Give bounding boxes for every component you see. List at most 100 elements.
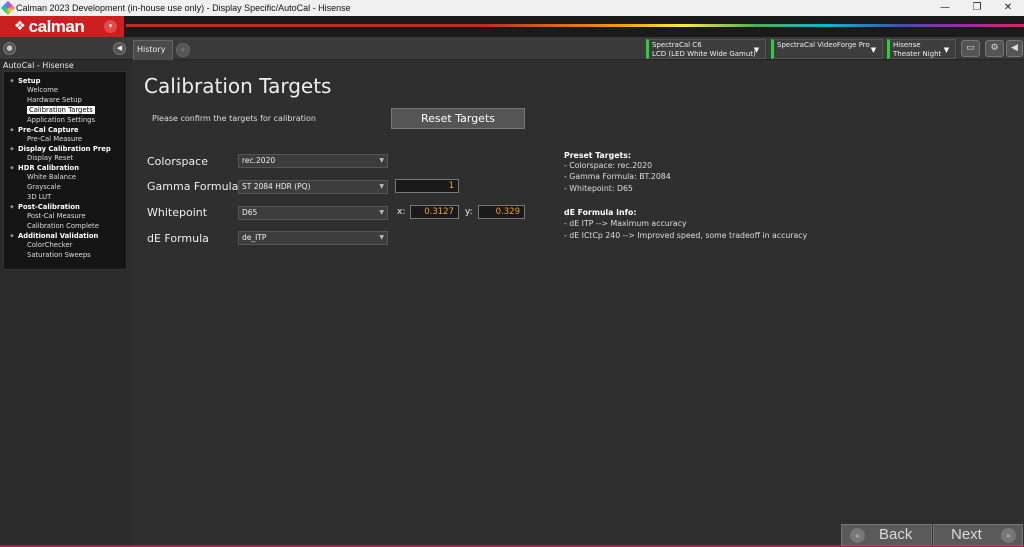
chevron-down-icon: ▼: [943, 46, 950, 54]
nav-group[interactable]: ◆ HDR Calibration: [4, 163, 126, 172]
nav-item[interactable]: Application Settings: [4, 115, 126, 125]
back-button[interactable]: « Back: [841, 524, 932, 546]
next-button[interactable]: Next »: [933, 524, 1023, 546]
nav-group-label: Display Calibration Prep: [18, 144, 111, 153]
meter-selector[interactable]: SpectraCal C6 LCD (LED White Wide Gamut)…: [646, 39, 766, 59]
tab-history-1[interactable]: History 1: [133, 40, 173, 72]
chevron-down-icon: ▼: [870, 46, 877, 54]
preset-gamma-text: - Gamma Formula: BT.2084: [564, 172, 671, 181]
meter-mode: LCD (LED White Wide Gamut): [652, 50, 756, 58]
nav-item[interactable]: Calibration Complete: [4, 221, 126, 231]
preset-targets-heading: Preset Targets:: [564, 151, 631, 160]
chevron-down-icon: ▼: [379, 234, 384, 241]
brand-bar: ❖ calman ▾: [0, 16, 1024, 37]
gamma-formula-value: ST 2084 HDR (PQ): [242, 182, 311, 191]
nav-item-label: Pre-Cal Measure: [27, 135, 83, 143]
nav-group-label: Additional Validation: [18, 231, 99, 240]
whitepoint-y-label: y:: [465, 207, 473, 217]
de-formula-info-heading: dE Formula Info:: [564, 208, 637, 217]
main-panel: Calibration Targets Please confirm the t…: [132, 60, 1024, 547]
nav-item[interactable]: Grayscale: [4, 182, 126, 192]
nav-group[interactable]: ◆ Display Calibration Prep: [4, 144, 126, 153]
reset-targets-button[interactable]: Reset Targets: [391, 108, 525, 129]
window-titlebar: Calman 2023 Development (in-house use on…: [0, 0, 1024, 16]
next-arrow-icon: »: [1001, 528, 1016, 543]
gear-icon[interactable]: ⚙: [985, 40, 1004, 57]
nav-group[interactable]: ◆ Setup: [4, 76, 126, 85]
whitepoint-x-field[interactable]: 0.3127: [410, 205, 459, 219]
display-selector[interactable]: Hisense Theater Night ▼: [887, 39, 956, 59]
nav-item-label: Post-Cal Measure: [27, 212, 86, 220]
session-tab-bar: ● ◀ History 1 + SpectraCal C6 LCD (LED W…: [0, 37, 1024, 72]
de-formula-select[interactable]: de_ITP ▼: [238, 231, 388, 245]
restore-button[interactable]: ❐: [961, 0, 993, 16]
de-formula-value: de_ITP: [242, 233, 267, 242]
nav-item-label: Hardware Setup: [27, 96, 82, 104]
collapse-right-icon[interactable]: ◀: [1006, 40, 1023, 57]
nav-item[interactable]: Saturation Sweeps: [4, 250, 126, 260]
chevron-down-icon: ▼: [379, 157, 384, 164]
nav-item-label: Saturation Sweeps: [27, 251, 91, 259]
meter-name: SpectraCal C6: [652, 41, 702, 49]
page-subtitle: Please confirm the targets for calibrati…: [152, 114, 316, 123]
collapse-sidebar-icon[interactable]: ◀: [113, 42, 126, 55]
page-title: Calibration Targets: [144, 74, 332, 98]
source-selector[interactable]: SpectraCal VideoForge Pro ▼: [771, 39, 883, 59]
workflow-menu-icon[interactable]: ●: [3, 42, 16, 55]
whitepoint-select[interactable]: D65 ▼: [238, 206, 388, 220]
gamma-formula-select[interactable]: ST 2084 HDR (PQ) ▼: [238, 180, 388, 194]
nav-item[interactable]: White Balance: [4, 172, 126, 182]
preset-whitepoint-text: - Whitepoint: D65: [564, 184, 633, 193]
nav-item[interactable]: ColorChecker: [4, 240, 126, 250]
back-arrow-icon: «: [850, 528, 865, 543]
nav-group[interactable]: ◆ Additional Validation: [4, 231, 126, 240]
nav-item[interactable]: 3D LUT: [4, 192, 126, 202]
calman-logo-text: calman: [28, 16, 85, 36]
nav-group[interactable]: ◆ Post-Calibration: [4, 202, 126, 211]
nav-item-label: ColorChecker: [27, 241, 73, 249]
back-button-label: Back: [879, 526, 913, 543]
whitepoint-label: Whitepoint: [147, 206, 208, 219]
nav-group[interactable]: ◆ Pre-Cal Capture: [4, 125, 126, 134]
de-ictcp-info-text: - dE ICtCp 240 --> Improved speed, some …: [564, 231, 808, 240]
nav-item-label: Welcome: [27, 86, 59, 94]
rainbow-divider: [126, 24, 1024, 27]
monitor-icon[interactable]: ▭: [961, 40, 980, 57]
nav-bullet-icon: ◆: [10, 126, 14, 133]
source-name: SpectraCal VideoForge Pro: [777, 41, 870, 49]
colorspace-value: rec.2020: [242, 156, 276, 165]
nav-group-label: HDR Calibration: [18, 163, 80, 172]
colorspace-select[interactable]: rec.2020 ▼: [238, 154, 388, 168]
window-title: Calman 2023 Development (in-house use on…: [16, 3, 351, 13]
calman-logo[interactable]: ❖ calman ▾: [0, 16, 124, 37]
whitepoint-y-field[interactable]: 0.329: [478, 205, 525, 219]
app-menu-chevron-icon[interactable]: ▾: [104, 20, 117, 33]
nav-group-label: Pre-Cal Capture: [18, 125, 79, 134]
nav-bullet-icon: ◆: [10, 232, 14, 239]
workflow-title: AutoCal - Hisense: [3, 61, 74, 70]
nav-item[interactable]: Display Reset: [4, 153, 126, 163]
nav-item[interactable]: Calibration Targets: [4, 105, 126, 115]
gamma-value-field[interactable]: 1: [395, 179, 459, 193]
nav-item-label: Calibration Targets: [27, 106, 95, 114]
nav-item-label: Grayscale: [27, 183, 61, 191]
nav-item[interactable]: Welcome: [4, 85, 126, 95]
nav-item-label: 3D LUT: [27, 193, 52, 201]
de-formula-label: dE Formula: [147, 232, 209, 245]
next-button-label: Next: [951, 526, 982, 543]
calman-app-icon: [0, 0, 16, 16]
chevron-down-icon: ▼: [753, 46, 760, 54]
nav-group-label: Setup: [18, 76, 41, 85]
nav-item[interactable]: Hardware Setup: [4, 95, 126, 105]
add-history-tab-icon[interactable]: +: [176, 43, 190, 57]
nav-bullet-icon: ◆: [10, 77, 14, 84]
close-button[interactable]: ✕: [992, 0, 1024, 16]
minimize-button[interactable]: —: [929, 0, 961, 16]
nav-bullet-icon: ◆: [10, 145, 14, 152]
chevron-down-icon: ▼: [379, 183, 384, 190]
gamma-formula-label: Gamma Formula:: [147, 180, 243, 193]
whitepoint-value: D65: [242, 208, 258, 217]
nav-item[interactable]: Pre-Cal Measure: [4, 134, 126, 144]
nav-item[interactable]: Post-Cal Measure: [4, 211, 126, 221]
workflow-nav: ◆ Setup Welcome Hardware Setup Calibration T…: [3, 71, 127, 270]
